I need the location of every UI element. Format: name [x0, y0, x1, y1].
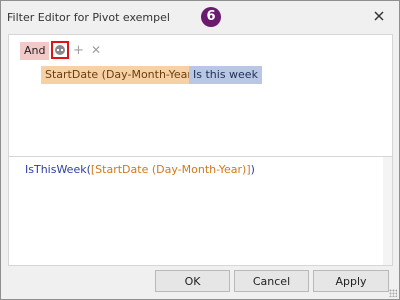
apply-button[interactable]: Apply: [313, 270, 389, 292]
condition-field[interactable]: StartDate (Day-Month-Year): [41, 66, 201, 84]
filter-expression-editor[interactable]: IsThisWeek([StartDate (Day-Month-Year)]): [8, 156, 393, 266]
title-bar: Filter Editor for Pivot exempel 6: [1, 1, 399, 33]
window-title: Filter Editor for Pivot exempel: [7, 11, 170, 24]
filter-expression: IsThisWeek([StartDate (Day-Month-Year)]): [25, 163, 255, 176]
close-icon[interactable]: [372, 9, 386, 23]
expression-function: IsThisWeek: [25, 163, 87, 176]
condition-operator[interactable]: Is this week: [189, 66, 262, 84]
add-condition-button[interactable]: +: [73, 43, 84, 58]
cancel-button[interactable]: Cancel: [234, 270, 309, 292]
filter-tree-panel: And + ✕ StartDate (Day-Month-Year) Is th…: [8, 34, 393, 157]
expression-column: [StartDate (Day-Month-Year)]: [90, 163, 251, 176]
remove-condition-button[interactable]: ✕: [91, 43, 101, 57]
expression-close-paren: ): [250, 163, 255, 176]
dots-icon: [57, 49, 63, 53]
ok-button[interactable]: OK: [155, 270, 230, 292]
filter-editor-window: Filter Editor for Pivot exempel 6 And + …: [0, 0, 400, 300]
resize-grip-icon[interactable]: [389, 289, 397, 297]
group-options-button[interactable]: [51, 41, 69, 59]
step-badge: 6: [201, 7, 221, 27]
expression-scrollbar[interactable]: [383, 157, 392, 265]
group-operator-and[interactable]: And: [20, 42, 50, 60]
